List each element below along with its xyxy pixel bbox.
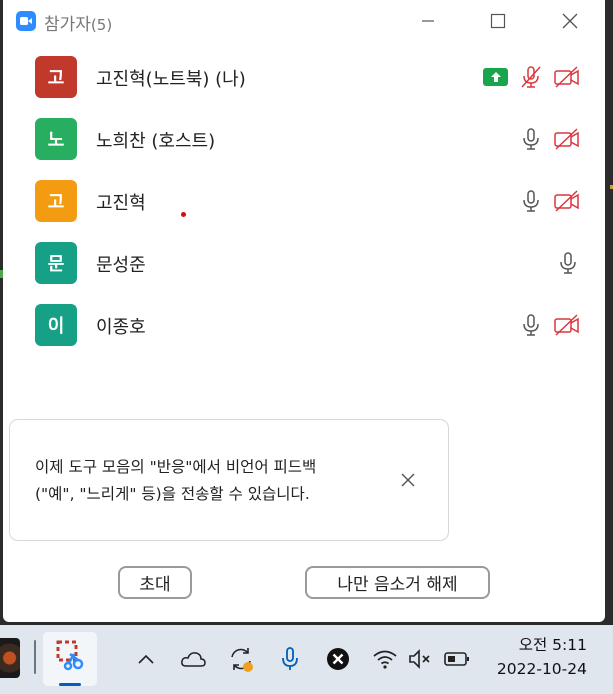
video-off-icon[interactable]	[553, 125, 581, 153]
system-clock[interactable]: 오전 5:11 2022-10-24	[497, 633, 587, 681]
minimize-icon	[422, 20, 434, 22]
maximize-button[interactable]	[475, 6, 521, 36]
unmute-me-button[interactable]: 나만 음소거 해제	[305, 566, 490, 599]
avatar: 노	[35, 118, 77, 160]
participant-row[interactable]: 고 고진혁	[3, 170, 605, 232]
participant-name: 노희찬 (호스트)	[96, 131, 216, 152]
participant-row[interactable]: 노 노희찬 (호스트)	[3, 108, 605, 170]
invite-button[interactable]: 초대	[118, 566, 192, 599]
close-icon	[562, 13, 578, 29]
snipping-tool-icon	[56, 640, 84, 671]
close-icon	[401, 473, 415, 487]
x-circle-icon[interactable]	[324, 645, 352, 673]
window-title-text: 참가자	[44, 15, 91, 35]
notice-line: ("예", "느리게" 등)을 전송할 수 있습니다.	[35, 485, 310, 503]
clock-time: 오전 5:11	[518, 636, 587, 654]
notice-text: 이제 도구 모음의 "반응"에서 비언어 피드백 ("예", "느리게" 등)을…	[35, 454, 395, 508]
notice-line: 이제 도구 모음의 "반응"에서 비언어 피드백	[35, 458, 317, 476]
video-off-icon[interactable]	[553, 63, 581, 91]
zoom-app-icon	[16, 11, 36, 31]
chevron-up-icon[interactable]	[132, 645, 160, 673]
avatar: 이	[35, 304, 77, 346]
participant-name: 고진혁	[96, 193, 146, 214]
participant-name: 문성준	[96, 255, 146, 276]
video-off-icon[interactable]	[553, 187, 581, 215]
minimize-button[interactable]	[405, 6, 451, 36]
taskbar: 오전 5:11 2022-10-24	[0, 625, 613, 694]
avatar: 고	[35, 180, 77, 222]
speaker-muted-icon[interactable]	[407, 645, 435, 673]
video-off-icon[interactable]	[553, 311, 581, 339]
wifi-icon[interactable]	[371, 645, 399, 673]
participant-name: 고진혁(노트북) (나)	[96, 69, 246, 90]
microphone-icon[interactable]	[276, 645, 304, 673]
participant-row[interactable]: 고 고진혁(노트북) (나)	[3, 46, 605, 108]
close-button[interactable]	[547, 6, 593, 36]
notice-close-button[interactable]	[397, 469, 419, 491]
microphone-icon[interactable]	[517, 311, 545, 339]
participant-count: (5)	[90, 16, 113, 34]
onedrive-cloud-icon[interactable]	[179, 645, 207, 673]
microphone-icon[interactable]	[517, 125, 545, 153]
window-title: 참가자(5)	[44, 10, 112, 35]
avatar: 문	[35, 242, 77, 284]
microphone-icon[interactable]	[554, 249, 582, 277]
mic-muted-icon[interactable]	[517, 63, 545, 91]
share-screen-icon	[483, 68, 508, 86]
reaction-tip-notice: 이제 도구 모음의 "반응"에서 비언어 피드백 ("예", "느리게" 등)을…	[9, 419, 449, 541]
participant-name: 이종호	[96, 317, 146, 338]
battery-icon[interactable]	[443, 645, 471, 673]
title-bar[interactable]: 참가자(5)	[3, 0, 605, 42]
microphone-icon[interactable]	[517, 187, 545, 215]
maximize-icon	[490, 13, 506, 29]
sync-icon[interactable]	[227, 645, 255, 673]
participant-row[interactable]: 이 이종호	[3, 294, 605, 356]
participants-window: 참가자(5) 고 고진혁(노트북) (나) 노 노희찬 (호스트) 고 고진혁 …	[3, 0, 605, 622]
avatar: 고	[35, 56, 77, 98]
game-app-icon[interactable]	[0, 638, 20, 678]
cursor-dot	[181, 212, 186, 217]
active-app-indicator	[59, 683, 81, 686]
participant-row[interactable]: 문 문성준	[3, 232, 605, 294]
clock-date: 2022-10-24	[496, 660, 587, 678]
taskbar-divider	[34, 640, 36, 674]
